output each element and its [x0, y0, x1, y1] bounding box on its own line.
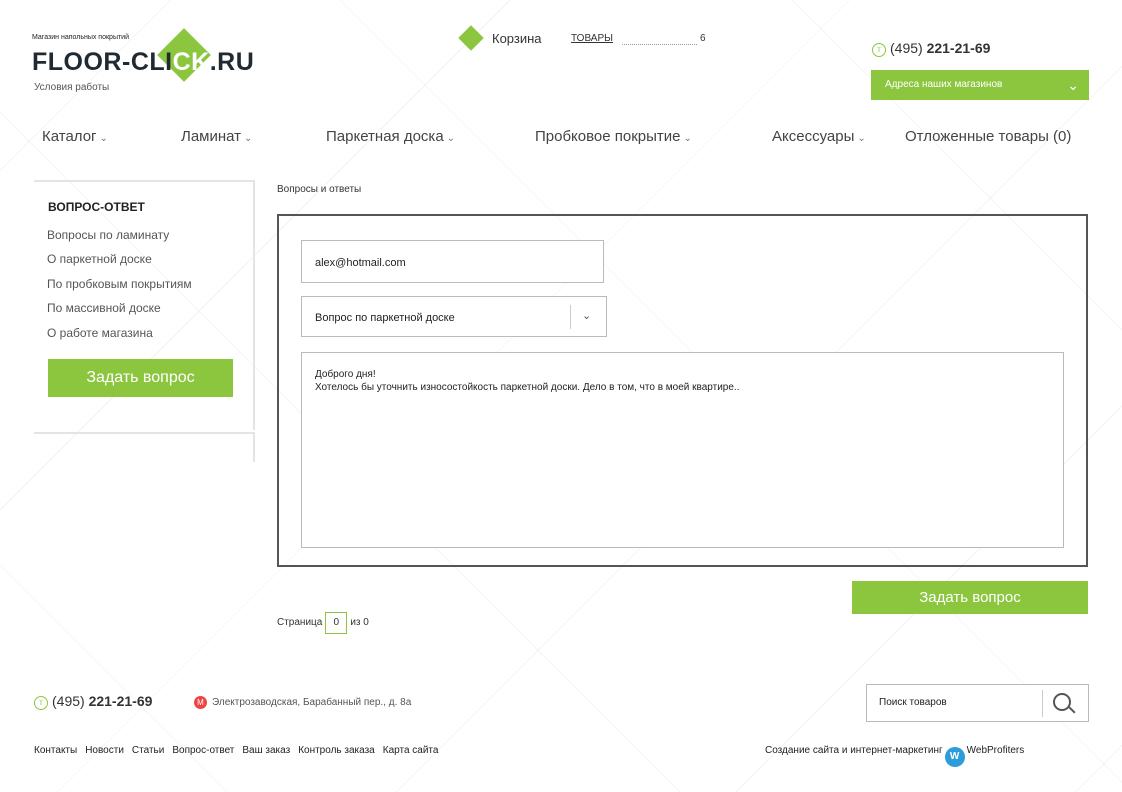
submit-question-button[interactable]: Задать вопрос	[852, 581, 1088, 614]
chevron-down-icon: ⌄	[582, 310, 592, 322]
logo-tagline: Магазин напольных покрытий	[32, 34, 130, 41]
sidebar-panel-lower	[34, 432, 255, 462]
logo-text-part1: FLOOR-CLI	[32, 48, 173, 76]
site-logo[interactable]: FLOOR-CLICK.RU	[32, 48, 254, 77]
breadcrumb[interactable]: Вопросы и ответы	[277, 184, 361, 195]
footer-phone[interactable]: т (495) 221-21-69	[34, 693, 152, 710]
pager-label: Страница	[277, 617, 323, 628]
message-line-1: Доброго дня!	[315, 369, 376, 380]
header-phone-number: 221-21-69	[926, 40, 991, 56]
topic-select-value: Вопрос по паркетной доске	[315, 312, 455, 324]
nav-item-label: Паркетная доска	[326, 128, 444, 145]
footer-link-sitemap[interactable]: Карта сайта	[383, 745, 439, 756]
phone-icon: т	[34, 696, 48, 710]
footer-link-articles[interactable]: Статьи	[132, 745, 164, 756]
terms-link[interactable]: Условия работы	[34, 82, 109, 93]
footer-address: М Электрозаводская, Барабанный пер., д. 8…	[194, 696, 411, 709]
nav-item-parquet[interactable]: Паркетная доска ⌄	[326, 128, 455, 145]
footer-address-text: Электрозаводская, Барабанный пер., д. 8а	[212, 697, 412, 708]
caret-down-icon: ⌄	[99, 133, 108, 144]
sidebar-link-cork[interactable]: По пробковым покрытиям	[47, 277, 192, 291]
credit-brand: WebProfiters	[966, 745, 1025, 756]
credit-text: Создание сайта и интернет-маркетинг	[765, 745, 943, 756]
main-nav: Каталог ⌄ Ламинат ⌄ Паркетная доска ⌄ Пробк…	[0, 128, 1122, 152]
cart-label[interactable]: Корзина	[492, 31, 542, 46]
caret-down-icon: ⌄	[683, 133, 692, 144]
topic-select[interactable]: Вопрос по паркетной доске ⌄	[301, 296, 607, 337]
sidebar-link-massive[interactable]: По массивной доске	[47, 301, 161, 315]
caret-down-icon: ⌄	[857, 133, 866, 144]
sidebar-ask-button[interactable]: Задать вопрос	[48, 359, 233, 397]
footer-link-faq[interactable]: Вопрос-ответ	[172, 745, 234, 756]
nav-item-label: Ламинат	[181, 128, 242, 145]
cart-goods-link[interactable]: ТОВАРЫ	[571, 33, 613, 44]
nav-item-cork[interactable]: Пробковое покрытие ⌄	[535, 128, 692, 145]
header-phone[interactable]: т (495) 221-21-69	[872, 40, 990, 57]
nav-item-label: Пробковое покрытие	[535, 128, 681, 145]
cart-dots-divider	[622, 44, 697, 45]
footer-link-order[interactable]: Ваш заказ	[242, 745, 290, 756]
search-icon[interactable]	[1053, 693, 1071, 711]
nav-item-label: Аксессуары	[772, 128, 855, 145]
nav-item-saved[interactable]: Отложенные товары (0)	[905, 128, 1071, 145]
pager-current-input[interactable]: 0	[325, 612, 348, 634]
search-input[interactable]: Поиск товаров	[879, 697, 947, 708]
caret-down-icon: ⌄	[446, 133, 456, 144]
sidebar-link-parquet[interactable]: О паркетной доске	[47, 252, 152, 266]
metro-icon: М	[194, 696, 207, 709]
sidebar-link-shop[interactable]: О работе магазина	[47, 326, 153, 340]
nav-item-label: Отложенные товары (0)	[905, 128, 1072, 145]
message-textarea[interactable]: Доброго дня! Хотелось бы уточнить износо…	[301, 352, 1064, 548]
product-search[interactable]: Поиск товаров	[866, 684, 1089, 722]
nav-item-accessories[interactable]: Аксессуары ⌄	[772, 128, 866, 145]
stores-dropdown-button[interactable]: Адреса наших магазинов ⌄	[871, 70, 1089, 100]
chevron-down-icon: ⌄	[1067, 77, 1079, 93]
developer-credit[interactable]: Создание сайта и интернет-маркетингWWebP…	[765, 745, 1024, 767]
logo-text-part2: CK	[172, 48, 210, 76]
webprofiters-logo-icon: W	[944, 747, 965, 767]
pagination: Страница 0 из 0	[277, 612, 369, 634]
caret-down-icon: ⌄	[244, 133, 253, 144]
message-line-2: Хотелось бы уточнить износостойкость пар…	[315, 382, 740, 393]
phone-icon: т	[872, 43, 886, 57]
sidebar-link-laminate[interactable]: Вопросы по ламинату	[47, 228, 169, 242]
sidebar-title: ВОПРОС-ОТВЕТ	[48, 200, 145, 214]
footer-links: Контакты Новости Статьи Вопрос-ответ Ваш зак…	[34, 745, 446, 756]
logo-text-part3: .RU	[209, 48, 255, 76]
stores-button-label: Адреса наших магазинов	[885, 79, 1003, 90]
search-divider	[1042, 690, 1043, 717]
nav-item-label: Каталог	[42, 128, 97, 145]
nav-item-laminate[interactable]: Ламинат ⌄	[181, 128, 252, 145]
cart-count: 6	[700, 33, 706, 44]
footer-phone-prefix: (495)	[52, 693, 85, 709]
nav-item-catalog[interactable]: Каталог ⌄	[42, 128, 108, 145]
footer-link-news[interactable]: Новости	[85, 745, 124, 756]
footer-phone-number: 221-21-69	[88, 693, 153, 709]
select-divider	[570, 305, 571, 329]
email-field[interactable]: alex@hotmail.com	[301, 240, 604, 283]
footer-link-order-control[interactable]: Контроль заказа	[298, 745, 375, 756]
footer-link-contacts[interactable]: Контакты	[34, 745, 77, 756]
cart-diamond-icon	[458, 25, 484, 51]
pager-total: из 0	[350, 617, 369, 628]
header-phone-prefix: (495)	[890, 40, 923, 56]
